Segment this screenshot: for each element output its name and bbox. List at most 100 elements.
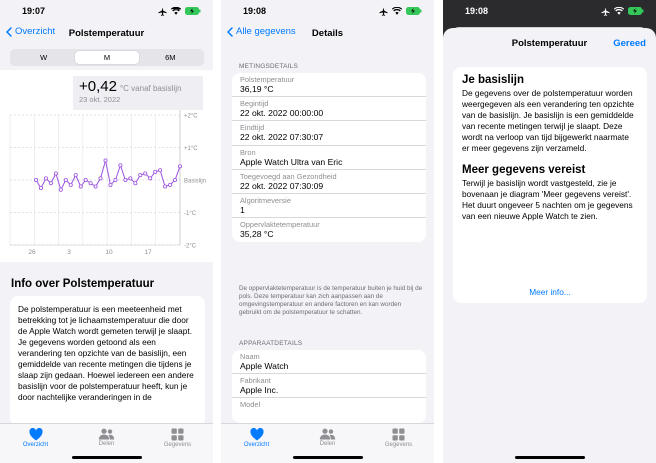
people-icon xyxy=(98,428,115,440)
data-point xyxy=(123,178,128,183)
data-point xyxy=(93,184,98,189)
data-point xyxy=(58,187,63,192)
data-point xyxy=(43,176,48,181)
home-indicator xyxy=(71,456,142,459)
data-point xyxy=(158,168,163,173)
info-card: De polstemperatuur is een meeteenheid me… xyxy=(10,296,205,426)
data-point xyxy=(163,184,168,189)
data-point xyxy=(63,178,68,183)
airplane-icon xyxy=(379,6,388,16)
grid-icon xyxy=(171,428,184,441)
detail-row: Eindtijd 22 okt. 2022 07:30:07 xyxy=(232,121,426,146)
detail-row: Bron Apple Watch Ultra van Eric xyxy=(232,146,426,170)
modal-sheet: Polstemperatuur Gereed Je basislijn De g… xyxy=(443,28,656,463)
more-data-text: Terwijl je basislijn wordt vastgesteld, … xyxy=(462,178,633,221)
data-point xyxy=(83,178,88,183)
y-tick-label: -2°C xyxy=(184,244,197,250)
device-details-group: Naam Apple Watch Fabrikant Apple Inc. Mode… xyxy=(232,350,426,423)
home-indicator xyxy=(292,456,363,459)
status-time: 19:07 xyxy=(22,6,46,16)
status-bar: 19:07 xyxy=(0,0,213,22)
nav-bar: Alle gegevens Details xyxy=(221,22,434,44)
segment-six-months[interactable]: 6M xyxy=(139,51,202,64)
tab-browse[interactable]: Gegevens xyxy=(142,424,213,463)
x-tick-label: 17 xyxy=(144,249,152,256)
series-line xyxy=(35,160,181,192)
page-title: Details xyxy=(311,27,344,39)
data-point xyxy=(98,176,103,181)
data-point xyxy=(173,178,178,183)
back-button[interactable]: Overzicht xyxy=(6,26,55,37)
readout-value: +0,42 xyxy=(79,78,117,95)
period-segmented-control: W M 6M xyxy=(10,49,204,66)
status-time: 19:08 xyxy=(465,6,489,16)
more-info-link[interactable]: Meer info... xyxy=(453,287,647,297)
segment-month[interactable]: M xyxy=(75,51,139,64)
grid-icon xyxy=(392,428,405,441)
screen-details: 19:08 Alle gegevens Details METINGSDETAI… xyxy=(221,0,434,463)
nav-bar: Overzicht Polstemperatuur xyxy=(0,22,213,44)
info-text: De polstemperatuur is een meeteenheid me… xyxy=(18,304,194,402)
chevron-left-icon xyxy=(227,26,233,37)
y-tick-label: -1°C xyxy=(184,211,197,217)
data-point xyxy=(118,163,123,168)
tab-browse[interactable]: Gegevens xyxy=(363,424,434,463)
data-point xyxy=(108,182,113,187)
tab-overview[interactable]: Overzicht xyxy=(0,424,71,463)
data-point xyxy=(48,181,53,186)
temperature-line-chart[interactable]: +2°C +1°C Basislijn -1°C -2°C 26 3 10 17 xyxy=(0,110,213,262)
detail-row: Fabrikant Apple Inc. xyxy=(232,374,426,399)
battery-charging-icon xyxy=(628,7,644,15)
x-tick-label: 26 xyxy=(28,249,36,256)
screen-wrist-temperature: 19:07 Overzicht Polstemperatuur W M 6M +… xyxy=(0,0,213,463)
status-bar: 19:08 xyxy=(443,0,656,22)
wifi-icon xyxy=(392,7,402,15)
back-label: Alle gegevens xyxy=(236,26,296,37)
status-time: 19:08 xyxy=(243,6,267,16)
detail-row: Polstemperatuur 36,19 °C xyxy=(232,73,426,98)
data-point xyxy=(153,169,158,174)
section-measurement-label: METINGSDETAILS xyxy=(239,63,299,70)
detail-row: Naam Apple Watch xyxy=(232,350,426,375)
data-point xyxy=(53,171,58,176)
data-point xyxy=(103,158,108,163)
detail-row: Toegevoegd aan Gezondheid 22 okt. 2022 07… xyxy=(232,170,426,194)
heart-icon xyxy=(28,428,43,441)
tab-overview[interactable]: Overzicht xyxy=(221,424,292,463)
heart-icon xyxy=(249,428,264,441)
baseline-text: De gegevens over de polstemperatuur word… xyxy=(462,88,635,153)
data-point xyxy=(143,171,148,176)
detail-row: Begintijd 22 okt. 2022 00:00:00 xyxy=(232,97,426,122)
segment-week[interactable]: W xyxy=(12,51,75,64)
readout-date: 23 okt. 2022 xyxy=(79,95,121,104)
readout-unit: °C vanaf basislijn xyxy=(119,84,182,93)
back-button[interactable]: Alle gegevens xyxy=(227,26,296,37)
battery-charging-icon xyxy=(185,7,201,15)
people-icon xyxy=(319,428,336,440)
x-tick-label: 10 xyxy=(105,249,113,256)
page-title: Polstemperatuur xyxy=(68,27,145,39)
data-point xyxy=(34,178,39,183)
data-point xyxy=(133,181,138,186)
data-point xyxy=(78,184,83,189)
status-bar: 19:08 xyxy=(221,0,434,22)
section-device-label: APPARAATDETAILS xyxy=(239,340,303,347)
info-heading: Info over Polstemperatuur xyxy=(11,278,155,290)
data-point xyxy=(177,164,182,169)
chart-area: +0,42 °C vanaf basislijn 23 okt. 2022 +2… xyxy=(0,70,213,262)
data-point xyxy=(168,182,173,187)
home-indicator xyxy=(514,456,585,459)
detail-row: Oppervlaktetemperatuur 35,28 °C xyxy=(240,220,320,240)
back-label: Overzicht xyxy=(15,26,56,37)
done-button[interactable]: Gereed xyxy=(613,38,646,49)
wifi-icon xyxy=(171,7,181,15)
data-point xyxy=(138,173,143,178)
data-point xyxy=(38,186,43,191)
x-tick-label: 3 xyxy=(67,249,71,256)
airplane-icon xyxy=(158,6,167,16)
wifi-icon xyxy=(614,7,624,15)
y-tick-label: +2°C xyxy=(184,114,198,120)
data-point xyxy=(113,178,118,183)
selected-value-readout: +0,42 °C vanaf basislijn 23 okt. 2022 xyxy=(73,76,203,110)
airplane-icon xyxy=(601,6,610,16)
